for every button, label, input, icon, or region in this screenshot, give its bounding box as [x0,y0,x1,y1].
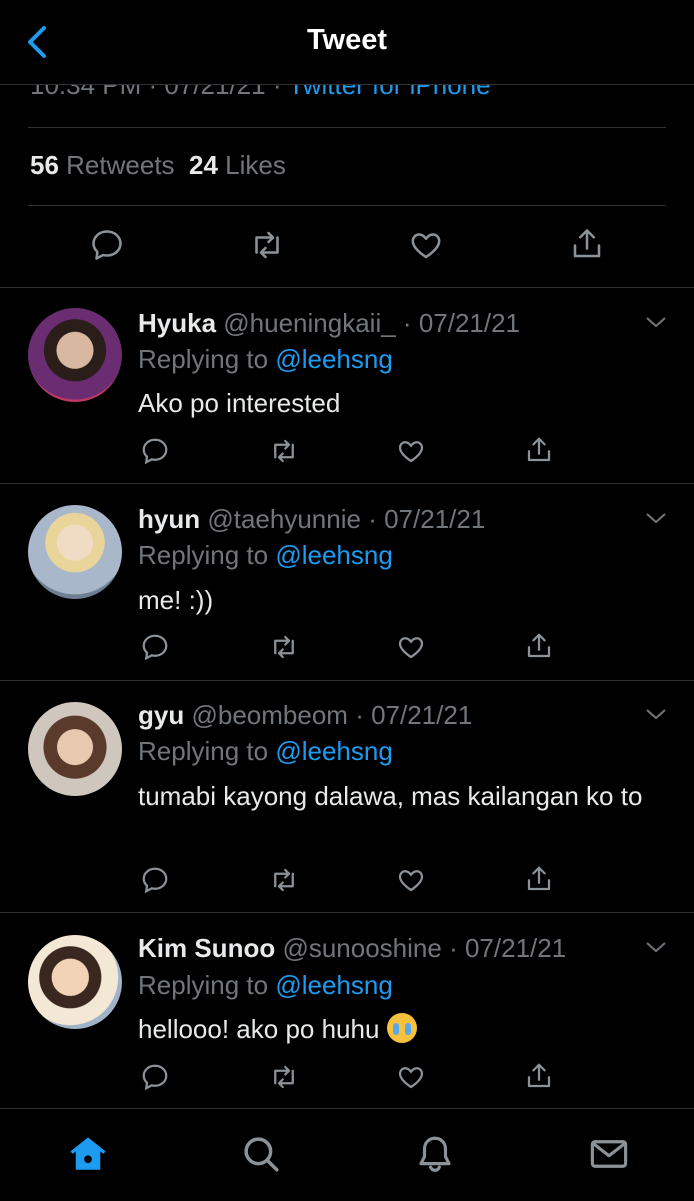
user-handle[interactable]: @beombeom [191,700,347,730]
like-icon[interactable] [396,1062,426,1092]
share-icon[interactable] [524,1060,554,1092]
divider [0,680,694,681]
replying-to-label: Replying to [138,970,269,1000]
search-icon[interactable] [240,1133,282,1175]
display-name[interactable]: Hyuka [138,308,216,338]
avatar[interactable] [28,308,122,402]
user-handle[interactable]: @taehyunnie [207,504,361,534]
retweet-icon[interactable] [268,1062,300,1092]
user-handle[interactable]: @sunooshine [282,933,441,963]
reply-date: · 07/21/21 [368,504,486,534]
messages-icon[interactable] [588,1133,630,1175]
replying-to-label: Replying to [138,344,269,374]
chevron-down-icon[interactable] [644,314,668,330]
divider [28,205,666,206]
reply-date: · 07/21/21 [402,308,521,338]
replying-to-label: Replying to [138,736,269,766]
display-name[interactable]: gyu [138,700,184,730]
share-icon[interactable] [524,434,554,466]
replying-to-label: Replying to [138,540,269,570]
reply-icon[interactable] [140,632,170,662]
reply-icon[interactable] [140,865,170,895]
home-icon[interactable] [67,1133,109,1175]
retweet-icon[interactable] [248,227,286,263]
chevron-down-icon[interactable] [644,510,668,526]
likes-label[interactable]: Likes [225,150,286,180]
like-icon[interactable] [396,865,426,895]
retweet-count[interactable]: 56 [30,150,59,180]
like-icon[interactable] [408,227,444,263]
avatar[interactable] [28,702,122,796]
reply-text: me! :)) [138,585,214,615]
replying-to-handle[interactable]: @leehsng [275,736,392,766]
reply-text: Ako po interested [138,388,341,418]
retweet-icon[interactable] [268,632,300,662]
divider [0,287,694,288]
reply-text: hellooo! ako po huhu [138,1014,380,1044]
like-count[interactable]: 24 [189,150,218,180]
top-nav-bar: Tweet [0,0,694,85]
retweets-label[interactable]: Retweets [66,150,174,180]
avatar[interactable] [28,505,122,599]
tweet-stats: 56 Retweets 24 Likes [30,150,286,181]
share-icon[interactable] [524,630,554,662]
share-icon[interactable] [524,863,554,895]
bottom-tab-bar [0,1108,694,1201]
like-icon[interactable] [396,436,426,466]
user-handle[interactable]: @hueningkaii_ [223,308,395,338]
divider [0,483,694,484]
reply-date: · 07/21/21 [355,700,473,730]
chevron-down-icon[interactable] [644,939,668,955]
reply-icon[interactable] [89,227,125,263]
avatar[interactable] [28,935,122,1029]
crying-emoji-icon [386,1013,417,1043]
replying-to-handle[interactable]: @leehsng [275,540,392,570]
replying-to-handle[interactable]: @leehsng [275,970,392,1000]
page-title: Tweet [306,24,388,56]
reply-text: tumabi kayong dalawa, mas kailangan ko t… [138,781,643,811]
reply-icon[interactable] [140,436,170,466]
notifications-icon[interactable] [414,1133,456,1175]
replying-to-handle[interactable]: @leehsng [275,344,392,374]
display-name[interactable]: hyun [138,504,200,534]
display-name[interactable]: Kim Sunoo [138,933,275,963]
reply-date: · 07/21/21 [449,933,567,963]
divider [0,912,694,913]
retweet-icon[interactable] [268,436,300,466]
reply-icon[interactable] [140,1062,170,1092]
like-icon[interactable] [396,632,426,662]
retweet-icon[interactable] [268,865,300,895]
chevron-down-icon[interactable] [644,706,668,722]
divider [28,127,666,128]
share-icon[interactable] [569,225,605,263]
